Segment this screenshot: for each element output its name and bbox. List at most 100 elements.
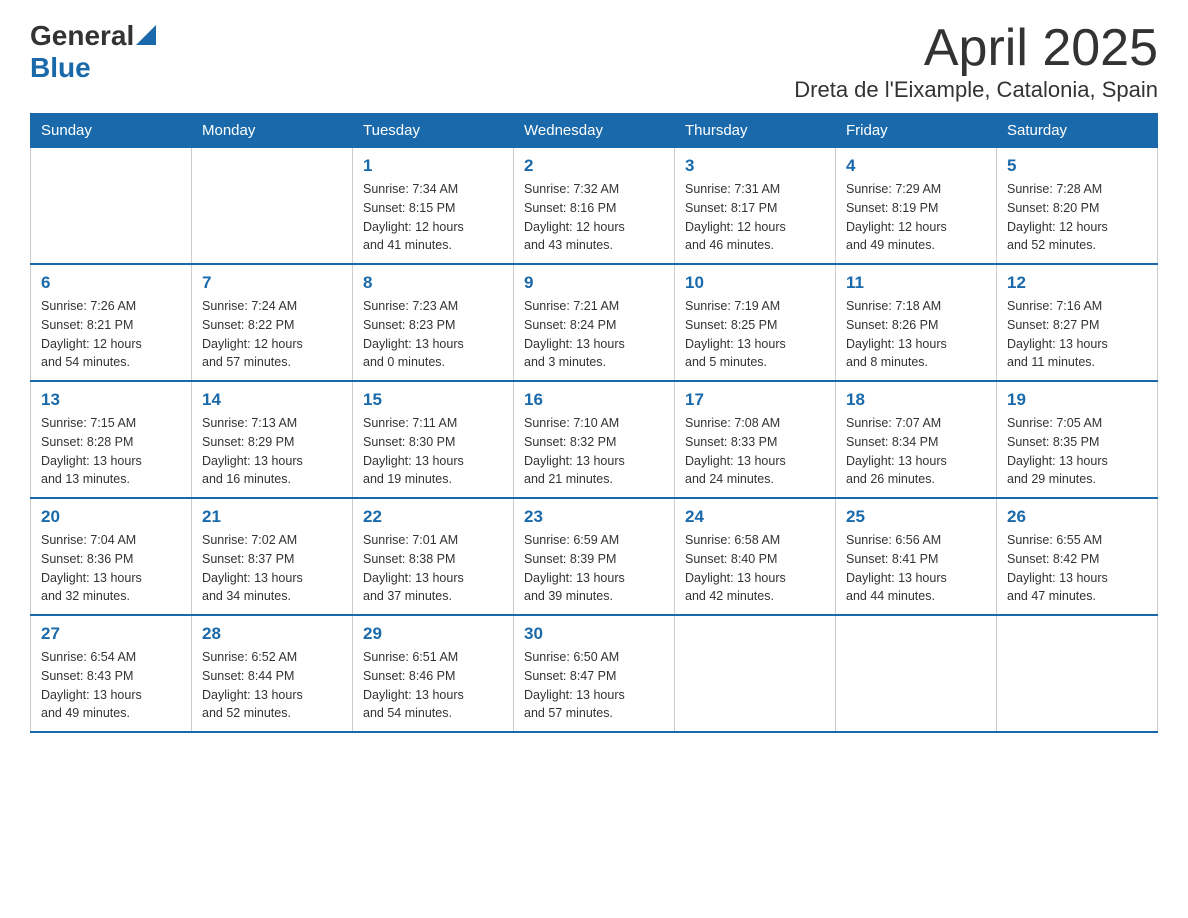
- day-number: 7: [202, 273, 342, 293]
- calendar-cell: 11 Sunrise: 7:18 AMSunset: 8:26 PMDayligh…: [836, 264, 997, 381]
- calendar-cell: 15Sunrise: 7:11 AMSunset: 8:30 PMDayligh…: [353, 381, 514, 498]
- day-info: Sunrise: 6:54 AMSunset: 8:43 PMDaylight:…: [41, 648, 181, 723]
- day-number: 21: [202, 507, 342, 527]
- day-info: Sunrise: 7:32 AMSunset: 8:16 PMDaylight:…: [524, 180, 664, 255]
- day-number: 27: [41, 624, 181, 644]
- calendar-cell: 13 Sunrise: 7:15 AMSunset: 8:28 PMDayligh…: [31, 381, 192, 498]
- header-monday: Monday: [192, 114, 353, 148]
- calendar-body: 1 Sunrise: 7:34 AMSunset: 8:15 PMDaylight…: [31, 148, 1158, 733]
- calendar-cell: [997, 615, 1158, 732]
- calendar-cell: [192, 148, 353, 265]
- day-number: 4: [846, 156, 986, 176]
- week-row-2: 6 Sunrise: 7:26 AMSunset: 8:21 PMDaylight…: [31, 264, 1158, 381]
- day-number: 3: [685, 156, 825, 176]
- day-info: Sunrise: 6:50 AMSunset: 8:47 PMDaylight:…: [524, 648, 664, 723]
- day-number: 8: [363, 273, 503, 293]
- day-info: Sunrise: 7:19 AMSunset: 8:25 PMDaylight:…: [685, 297, 825, 372]
- calendar-cell: 21 Sunrise: 7:02 AMSunset: 8:37 PMDayligh…: [192, 498, 353, 615]
- header-sunday: Sunday: [31, 114, 192, 148]
- calendar-cell: 22Sunrise: 7:01 AMSunset: 8:38 PMDayligh…: [353, 498, 514, 615]
- day-number: 29: [363, 624, 503, 644]
- day-number: 23: [524, 507, 664, 527]
- calendar-cell: 25 Sunrise: 6:56 AMSunset: 8:41 PMDayligh…: [836, 498, 997, 615]
- day-number: 30: [524, 624, 664, 644]
- calendar-cell: 5 Sunrise: 7:28 AMSunset: 8:20 PMDaylight…: [997, 148, 1158, 265]
- day-info: Sunrise: 7:28 AMSunset: 8:20 PMDaylight:…: [1007, 180, 1147, 255]
- day-number: 6: [41, 273, 181, 293]
- calendar-cell: 9Sunrise: 7:21 AMSunset: 8:24 PMDaylight…: [514, 264, 675, 381]
- day-info: Sunrise: 7:16 AMSunset: 8:27 PMDaylight:…: [1007, 297, 1147, 372]
- day-number: 28: [202, 624, 342, 644]
- day-number: 2: [524, 156, 664, 176]
- day-number: 19: [1007, 390, 1147, 410]
- day-number: 9: [524, 273, 664, 293]
- calendar-cell: 19Sunrise: 7:05 AMSunset: 8:35 PMDayligh…: [997, 381, 1158, 498]
- calendar-cell: [31, 148, 192, 265]
- calendar-cell: [675, 615, 836, 732]
- day-number: 17: [685, 390, 825, 410]
- day-number: 1: [363, 156, 503, 176]
- day-info: Sunrise: 7:26 AMSunset: 8:21 PMDaylight:…: [41, 297, 181, 372]
- day-number: 16: [524, 390, 664, 410]
- week-row-3: 13 Sunrise: 7:15 AMSunset: 8:28 PMDayligh…: [31, 381, 1158, 498]
- day-info: Sunrise: 7:31 AMSunset: 8:17 PMDaylight:…: [685, 180, 825, 255]
- header-thursday: Thursday: [675, 114, 836, 148]
- calendar-cell: 27 Sunrise: 6:54 AMSunset: 8:43 PMDayligh…: [31, 615, 192, 732]
- page-subtitle: Dreta de l'Eixample, Catalonia, Spain: [794, 77, 1158, 103]
- day-info: Sunrise: 7:10 AMSunset: 8:32 PMDaylight:…: [524, 414, 664, 489]
- day-info: Sunrise: 7:24 AMSunset: 8:22 PMDaylight:…: [202, 297, 342, 372]
- day-info: Sunrise: 7:29 AMSunset: 8:19 PMDaylight:…: [846, 180, 986, 255]
- page-header: General Blue April 2025 Dreta de l'Eixam…: [30, 20, 1158, 103]
- day-number: 25: [846, 507, 986, 527]
- week-row-4: 20 Sunrise: 7:04 AMSunset: 8:36 PMDayligh…: [31, 498, 1158, 615]
- day-info: Sunrise: 7:07 AMSunset: 8:34 PMDaylight:…: [846, 414, 986, 489]
- header-row: SundayMondayTuesdayWednesdayThursdayFrid…: [31, 114, 1158, 148]
- calendar-cell: 26Sunrise: 6:55 AMSunset: 8:42 PMDayligh…: [997, 498, 1158, 615]
- day-number: 13: [41, 390, 181, 410]
- day-info: Sunrise: 6:56 AMSunset: 8:41 PMDaylight:…: [846, 531, 986, 606]
- logo-blue: Blue: [30, 52, 91, 84]
- logo-triangle-icon: [136, 25, 156, 45]
- day-info: Sunrise: 7:34 AMSunset: 8:15 PMDaylight:…: [363, 180, 503, 255]
- calendar-cell: 6 Sunrise: 7:26 AMSunset: 8:21 PMDaylight…: [31, 264, 192, 381]
- calendar-cell: 16 Sunrise: 7:10 AMSunset: 8:32 PMDayligh…: [514, 381, 675, 498]
- day-number: 24: [685, 507, 825, 527]
- day-info: Sunrise: 7:15 AMSunset: 8:28 PMDaylight:…: [41, 414, 181, 489]
- day-info: Sunrise: 6:59 AMSunset: 8:39 PMDaylight:…: [524, 531, 664, 606]
- day-number: 11: [846, 273, 986, 293]
- day-info: Sunrise: 6:52 AMSunset: 8:44 PMDaylight:…: [202, 648, 342, 723]
- day-info: Sunrise: 7:18 AMSunset: 8:26 PMDaylight:…: [846, 297, 986, 372]
- calendar-cell: 10 Sunrise: 7:19 AMSunset: 8:25 PMDayligh…: [675, 264, 836, 381]
- calendar-cell: 23 Sunrise: 6:59 AMSunset: 8:39 PMDayligh…: [514, 498, 675, 615]
- header-saturday: Saturday: [997, 114, 1158, 148]
- day-number: 15: [363, 390, 503, 410]
- day-number: 18: [846, 390, 986, 410]
- day-info: Sunrise: 6:51 AMSunset: 8:46 PMDaylight:…: [363, 648, 503, 723]
- day-info: Sunrise: 7:13 AMSunset: 8:29 PMDaylight:…: [202, 414, 342, 489]
- calendar-cell: 17 Sunrise: 7:08 AMSunset: 8:33 PMDayligh…: [675, 381, 836, 498]
- calendar-cell: 20 Sunrise: 7:04 AMSunset: 8:36 PMDayligh…: [31, 498, 192, 615]
- calendar-header: SundayMondayTuesdayWednesdayThursdayFrid…: [31, 114, 1158, 148]
- day-number: 10: [685, 273, 825, 293]
- calendar-table: SundayMondayTuesdayWednesdayThursdayFrid…: [30, 113, 1158, 733]
- day-info: Sunrise: 7:04 AMSunset: 8:36 PMDaylight:…: [41, 531, 181, 606]
- logo-general: General: [30, 20, 134, 52]
- day-info: Sunrise: 7:08 AMSunset: 8:33 PMDaylight:…: [685, 414, 825, 489]
- day-number: 12: [1007, 273, 1147, 293]
- day-info: Sunrise: 6:58 AMSunset: 8:40 PMDaylight:…: [685, 531, 825, 606]
- day-info: Sunrise: 7:01 AMSunset: 8:38 PMDaylight:…: [363, 531, 503, 606]
- day-info: Sunrise: 7:02 AMSunset: 8:37 PMDaylight:…: [202, 531, 342, 606]
- calendar-cell: [836, 615, 997, 732]
- calendar-cell: 28 Sunrise: 6:52 AMSunset: 8:44 PMDayligh…: [192, 615, 353, 732]
- day-info: Sunrise: 7:23 AMSunset: 8:23 PMDaylight:…: [363, 297, 503, 372]
- calendar-cell: 12 Sunrise: 7:16 AMSunset: 8:27 PMDayligh…: [997, 264, 1158, 381]
- calendar-cell: 4 Sunrise: 7:29 AMSunset: 8:19 PMDaylight…: [836, 148, 997, 265]
- header-friday: Friday: [836, 114, 997, 148]
- calendar-cell: 7 Sunrise: 7:24 AMSunset: 8:22 PMDaylight…: [192, 264, 353, 381]
- day-number: 26: [1007, 507, 1147, 527]
- day-number: 5: [1007, 156, 1147, 176]
- day-number: 20: [41, 507, 181, 527]
- header-tuesday: Tuesday: [353, 114, 514, 148]
- calendar-cell: 18 Sunrise: 7:07 AMSunset: 8:34 PMDayligh…: [836, 381, 997, 498]
- calendar-cell: 2 Sunrise: 7:32 AMSunset: 8:16 PMDaylight…: [514, 148, 675, 265]
